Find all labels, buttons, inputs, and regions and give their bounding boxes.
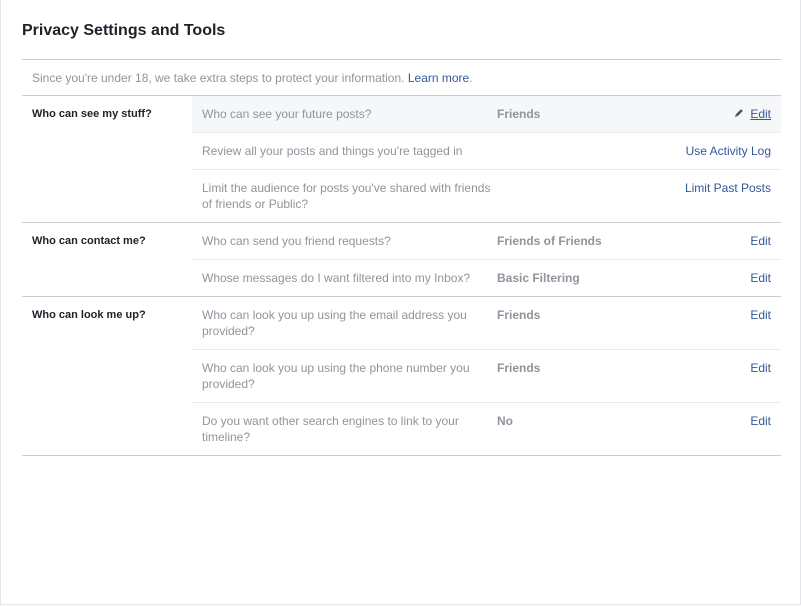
setting-question: Do you want other search engines to link… [202, 414, 459, 444]
setting-value: Friends of Friends [497, 234, 602, 248]
edit-friend-requests-link[interactable]: Edit [750, 234, 771, 248]
learn-more-link[interactable]: Learn more [408, 71, 469, 85]
setting-question: Who can look you up using the phone numb… [202, 361, 470, 391]
setting-row-limit-past-posts: Limit the audience for posts you've shar… [192, 169, 781, 222]
setting-row-lookup-phone: Who can look you up using the phone numb… [192, 349, 781, 402]
page-title: Privacy Settings and Tools [22, 0, 781, 60]
setting-question: Whose messages do I want filtered into m… [202, 271, 471, 285]
setting-question: Review all your posts and things you're … [202, 144, 463, 158]
edit-lookup-phone-link[interactable]: Edit [750, 361, 771, 375]
section-label: Who can contact me? [32, 235, 146, 247]
setting-row-future-posts[interactable]: Who can see your future posts? Friends E… [192, 96, 781, 132]
section-who-can-look-me-up: Who can look me up? Who can look you up … [22, 297, 781, 456]
section-label: Who can see my stuff? [32, 108, 152, 120]
under-18-notice: Since you're under 18, we take extra ste… [22, 60, 781, 96]
setting-value: Friends [497, 107, 541, 121]
setting-question: Who can see your future posts? [202, 107, 372, 121]
setting-question: Who can send you friend requests? [202, 234, 391, 248]
edit-lookup-email-link[interactable]: Edit [750, 308, 771, 322]
setting-value: No [497, 414, 513, 428]
use-activity-log-link[interactable]: Use Activity Log [686, 144, 771, 158]
notice-suffix: . [469, 71, 473, 85]
setting-row-message-filtering: Whose messages do I want filtered into m… [192, 259, 781, 296]
setting-row-activity-log: Review all your posts and things you're … [192, 132, 781, 169]
setting-value: Friends [497, 308, 541, 322]
setting-row-lookup-email: Who can look you up using the email addr… [192, 297, 781, 349]
setting-row-friend-requests: Who can send you friend requests? Friend… [192, 223, 781, 259]
limit-past-posts-link[interactable]: Limit Past Posts [685, 181, 771, 195]
edit-future-posts-link[interactable]: Edit [750, 107, 771, 121]
setting-question: Limit the audience for posts you've shar… [202, 181, 491, 211]
setting-question: Who can look you up using the email addr… [202, 308, 467, 338]
section-who-can-contact-me: Who can contact me? Who can send you fri… [22, 223, 781, 297]
setting-value: Friends [497, 361, 541, 375]
setting-value [497, 180, 647, 212]
pencil-icon [735, 109, 744, 118]
section-who-can-see-my-stuff: Who can see my stuff? Who can see your f… [22, 96, 781, 223]
setting-value: Basic Filtering [497, 271, 580, 285]
setting-value [497, 143, 647, 159]
edit-message-filtering-link[interactable]: Edit [750, 271, 771, 285]
setting-row-search-engines: Do you want other search engines to link… [192, 402, 781, 455]
privacy-settings-panel: Privacy Settings and Tools Since you're … [22, 0, 781, 456]
notice-text: Since you're under 18, we take extra ste… [32, 71, 405, 85]
section-label: Who can look me up? [32, 309, 146, 321]
edit-search-engines-link[interactable]: Edit [750, 414, 771, 428]
